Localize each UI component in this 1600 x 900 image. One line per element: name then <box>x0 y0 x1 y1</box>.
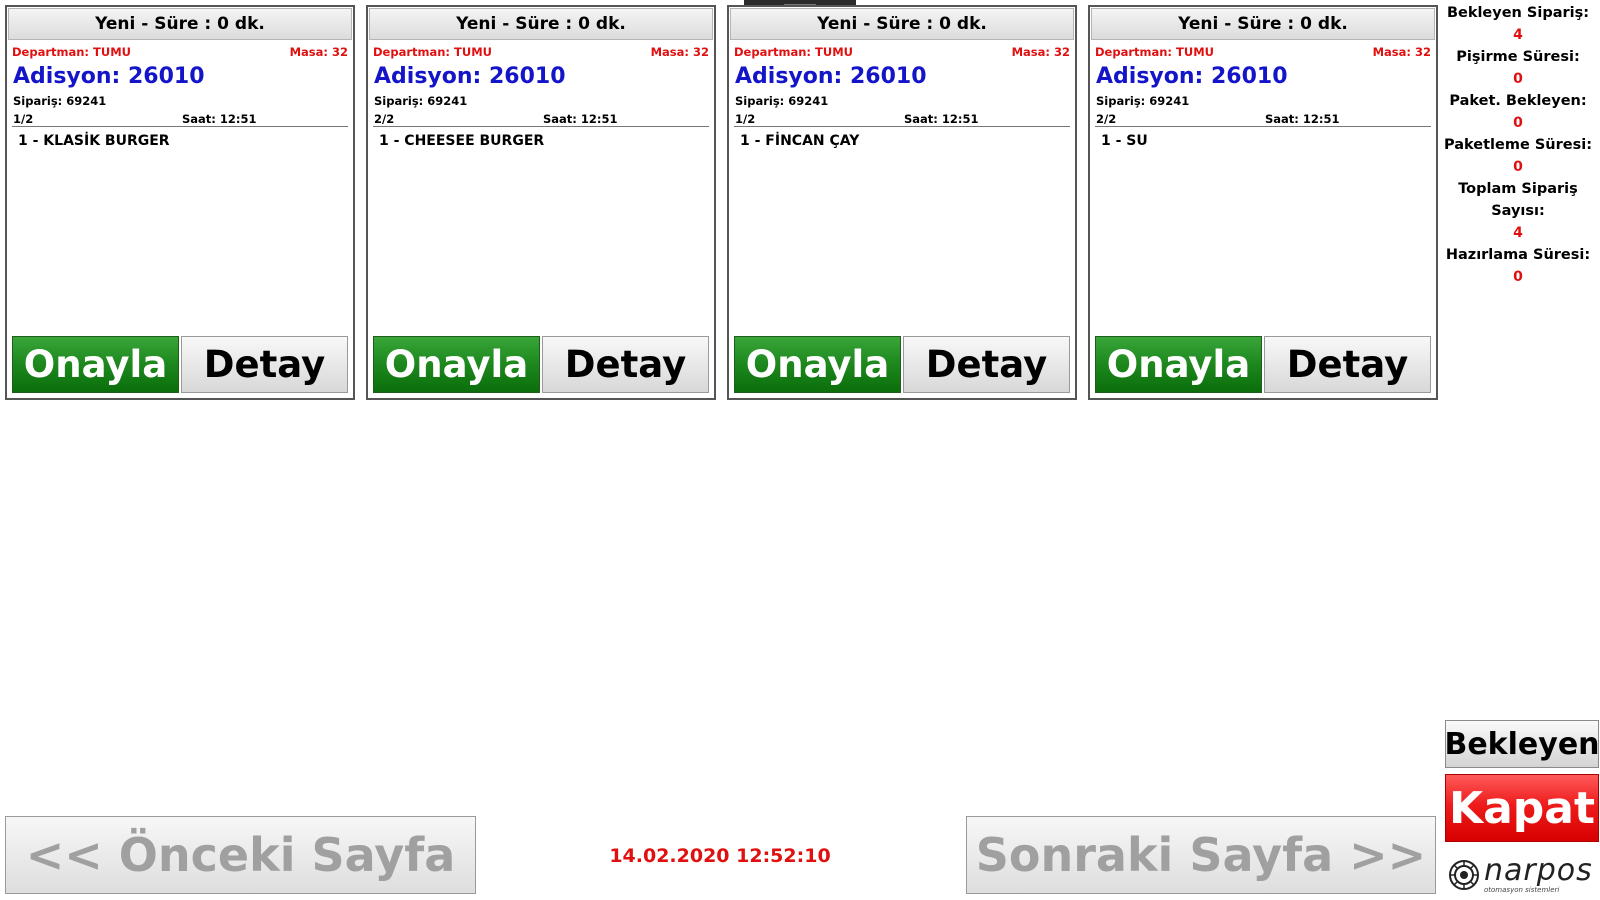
packaging-time-label: Paketleme Süresi: <box>1444 137 1592 153</box>
table-label: Masa: 32 <box>1372 45 1431 59</box>
cooking-time-label: Pişirme Süresi: <box>1456 49 1580 65</box>
approve-button[interactable]: Onayla <box>1095 336 1262 393</box>
approve-button[interactable]: Onayla <box>734 336 901 393</box>
department-label: Departman: TUMU <box>1095 45 1215 59</box>
prep-time-value: 0 <box>1513 269 1523 285</box>
item-page-indicator: 1/2 <box>13 112 34 126</box>
narpos-logo-icon <box>1449 860 1479 890</box>
logo-tagline: otomasyon sistemleri <box>1484 886 1560 894</box>
order-card: Yeni - Süre : 0 dk. Departman: TUMU Masa… <box>366 5 716 400</box>
order-status-header: Yeni - Süre : 0 dk. <box>8 8 352 40</box>
department-label: Departman: TUMU <box>734 45 854 59</box>
order-status-header: Yeni - Süre : 0 dk. <box>1091 8 1435 40</box>
approve-button[interactable]: Onayla <box>373 336 540 393</box>
total-orders-value: 4 <box>1513 225 1523 241</box>
siparis-number: Sipariş: 69241 <box>374 94 468 108</box>
package-pending-label: Paket. Bekleyen: <box>1449 93 1587 109</box>
stats-panel: Bekleyen Sipariş: 4 Pişirme Süresi: 0 Pa… <box>1436 2 1600 288</box>
siparis-number: Sipariş: 69241 <box>735 94 829 108</box>
total-orders-label-line1: Toplam Sipariş <box>1458 181 1578 197</box>
approve-button[interactable]: Onayla <box>12 336 179 393</box>
order-time: Saat: 12:51 <box>182 112 257 126</box>
order-card: Yeni - Süre : 0 dk. Departman: TUMU Masa… <box>5 5 355 400</box>
detail-button[interactable]: Detay <box>542 336 709 393</box>
cooking-time-value: 0 <box>1513 71 1523 87</box>
total-orders-label: Toplam Sipariş Sayısı: <box>1436 178 1600 222</box>
item-page-indicator: 2/2 <box>374 112 395 126</box>
department-label: Departman: TUMU <box>373 45 493 59</box>
next-page-button[interactable]: Sonraki Sayfa >> <box>966 816 1436 894</box>
package-pending-value: 0 <box>1513 115 1523 131</box>
order-card: Yeni - Süre : 0 dk. Departman: TUMU Masa… <box>727 5 1077 400</box>
adisyon-number: Adisyon: 26010 <box>13 64 205 89</box>
table-label: Masa: 32 <box>1011 45 1070 59</box>
adisyon-number: Adisyon: 26010 <box>374 64 566 89</box>
order-status-header: Yeni - Süre : 0 dk. <box>369 8 713 40</box>
adisyon-number: Adisyon: 26010 <box>735 64 927 89</box>
detail-button[interactable]: Detay <box>181 336 348 393</box>
pending-button[interactable]: Bekleyen <box>1444 720 1600 768</box>
order-status-header: Yeni - Süre : 0 dk. <box>730 8 1074 40</box>
table-label: Masa: 32 <box>289 45 348 59</box>
order-time: Saat: 12:51 <box>543 112 618 126</box>
logo-brand: narpos <box>1484 853 1593 888</box>
department-label: Departman: TUMU <box>12 45 132 59</box>
packaging-time-value: 0 <box>1513 159 1523 175</box>
order-item: 1 - SU <box>1101 133 1148 149</box>
item-page-indicator: 1/2 <box>735 112 756 126</box>
close-button[interactable]: Kapat <box>1445 774 1599 842</box>
siparis-number: Sipariş: 69241 <box>1096 94 1190 108</box>
order-card: Yeni - Süre : 0 dk. Departman: TUMU Masa… <box>1088 5 1438 400</box>
order-item: 1 - CHEESEE BURGER <box>379 133 545 149</box>
prep-time-label: Hazırlama Süresi: <box>1445 247 1591 263</box>
current-datetime: 14.02.2020 12:52:10 <box>609 845 831 867</box>
table-label: Masa: 32 <box>650 45 709 59</box>
siparis-number: Sipariş: 69241 <box>13 94 107 108</box>
pending-orders-label: Bekleyen Sipariş: <box>1446 5 1590 21</box>
item-page-indicator: 2/2 <box>1096 112 1117 126</box>
detail-button[interactable]: Detay <box>1264 336 1431 393</box>
narpos-logo: narpos otomasyon sistemleri <box>1448 854 1600 896</box>
order-time: Saat: 12:51 <box>904 112 979 126</box>
pending-orders-value: 4 <box>1513 27 1523 43</box>
detail-button[interactable]: Detay <box>903 336 1070 393</box>
previous-page-button[interactable]: << Önceki Sayfa <box>5 816 476 894</box>
order-time: Saat: 12:51 <box>1265 112 1340 126</box>
order-item: 1 - FİNCAN ÇAY <box>740 133 860 149</box>
order-item: 1 - KLASİK BURGER <box>18 133 170 149</box>
total-orders-label-line2: Sayısı: <box>1491 203 1545 219</box>
adisyon-number: Adisyon: 26010 <box>1096 64 1288 89</box>
